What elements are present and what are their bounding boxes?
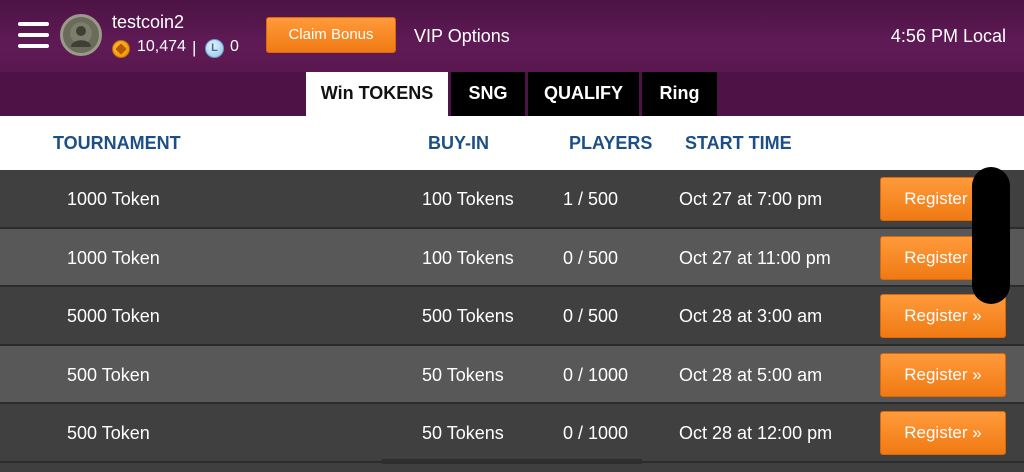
user-silhouette-icon [71,26,91,47]
players-count: 0 / 1000 [563,423,629,443]
tab-win-tokens[interactable]: Win TOKENS [306,72,448,116]
username: testcoin2 [112,12,185,32]
tournament-list: 1000 Token 100 Tokens 1 / 500 Oct 27 at … [0,170,1024,463]
vip-options-link[interactable]: VIP Options [414,26,510,47]
column-header-buy-in[interactable]: BUY-IN [428,133,489,154]
register-button[interactable]: Register » [880,352,1006,397]
start-time: Oct 28 at 3:00 am [679,306,823,326]
column-header-tournament[interactable]: TOURNAMENT [53,133,181,154]
buy-in: 50 Tokens [422,423,504,443]
hamburger-menu-icon[interactable] [18,22,49,48]
table-row[interactable]: 5000 Token 500 Tokens 0 / 500 Oct 28 at … [0,287,1024,346]
start-time: Oct 28 at 5:00 am [679,364,823,385]
top-header: testcoin2 10,474 | L 0 Claim Bonus VIP O… [0,0,1024,72]
players-count: 0 / 500 [563,306,619,326]
players-count: 1 / 500 [563,189,619,209]
register-button[interactable]: Register » [880,411,1006,455]
buy-in: 50 Tokens [422,364,504,385]
claim-bonus-button[interactable]: Claim Bonus [266,17,396,53]
column-header-players[interactable]: PLAYERS [569,133,652,154]
column-header-start-time[interactable]: START TIME [685,133,792,154]
tournament-name: 500 Token [67,364,150,385]
tournament-name: 1000 Token [67,247,160,268]
loyalty-points-icon: L [205,39,224,58]
tournament-tabs: Win TOKENS SNG QUALIFY Ring [0,72,1024,116]
table-row[interactable]: 500 Token 50 Tokens 0 / 1000 Oct 28 at 5… [0,345,1024,404]
local-time: 4:56 PM Local [890,26,1006,46]
coin-balance: 10,474 [137,38,186,55]
scrollbar-thumb[interactable] [972,167,1010,304]
players-count: 0 / 1000 [563,364,629,385]
tournament-name: 500 Token [67,423,150,443]
tournament-name: 5000 Token [67,306,160,326]
tournament-name: 1000 Token [67,189,160,209]
avatar[interactable] [60,14,102,56]
start-time: Oct 28 at 12:00 pm [679,423,833,443]
start-time: Oct 27 at 11:00 pm [679,247,831,268]
home-indicator[interactable] [381,459,643,464]
coin-icon [112,40,130,58]
tab-sng[interactable]: SNG [451,72,525,116]
tab-ring[interactable]: Ring [642,72,717,116]
balance-separator: | [192,38,197,57]
buy-in: 100 Tokens [422,247,514,268]
table-row[interactable]: 1000 Token 100 Tokens 0 / 500 Oct 27 at … [0,228,1024,287]
start-time: Oct 27 at 7:00 pm [679,189,823,209]
table-header: TOURNAMENT BUY-IN PLAYERS START TIME [0,116,1024,170]
players-count: 0 / 500 [563,247,619,268]
buy-in: 500 Tokens [422,306,514,326]
table-row[interactable]: 500 Token 50 Tokens 0 / 1000 Oct 28 at 1… [0,404,1024,463]
loyalty-points-balance: 0 [230,38,239,55]
tab-qualify[interactable]: QUALIFY [528,72,639,116]
table-row[interactable]: 1000 Token 100 Tokens 1 / 500 Oct 27 at … [0,170,1024,229]
buy-in: 100 Tokens [422,189,514,209]
